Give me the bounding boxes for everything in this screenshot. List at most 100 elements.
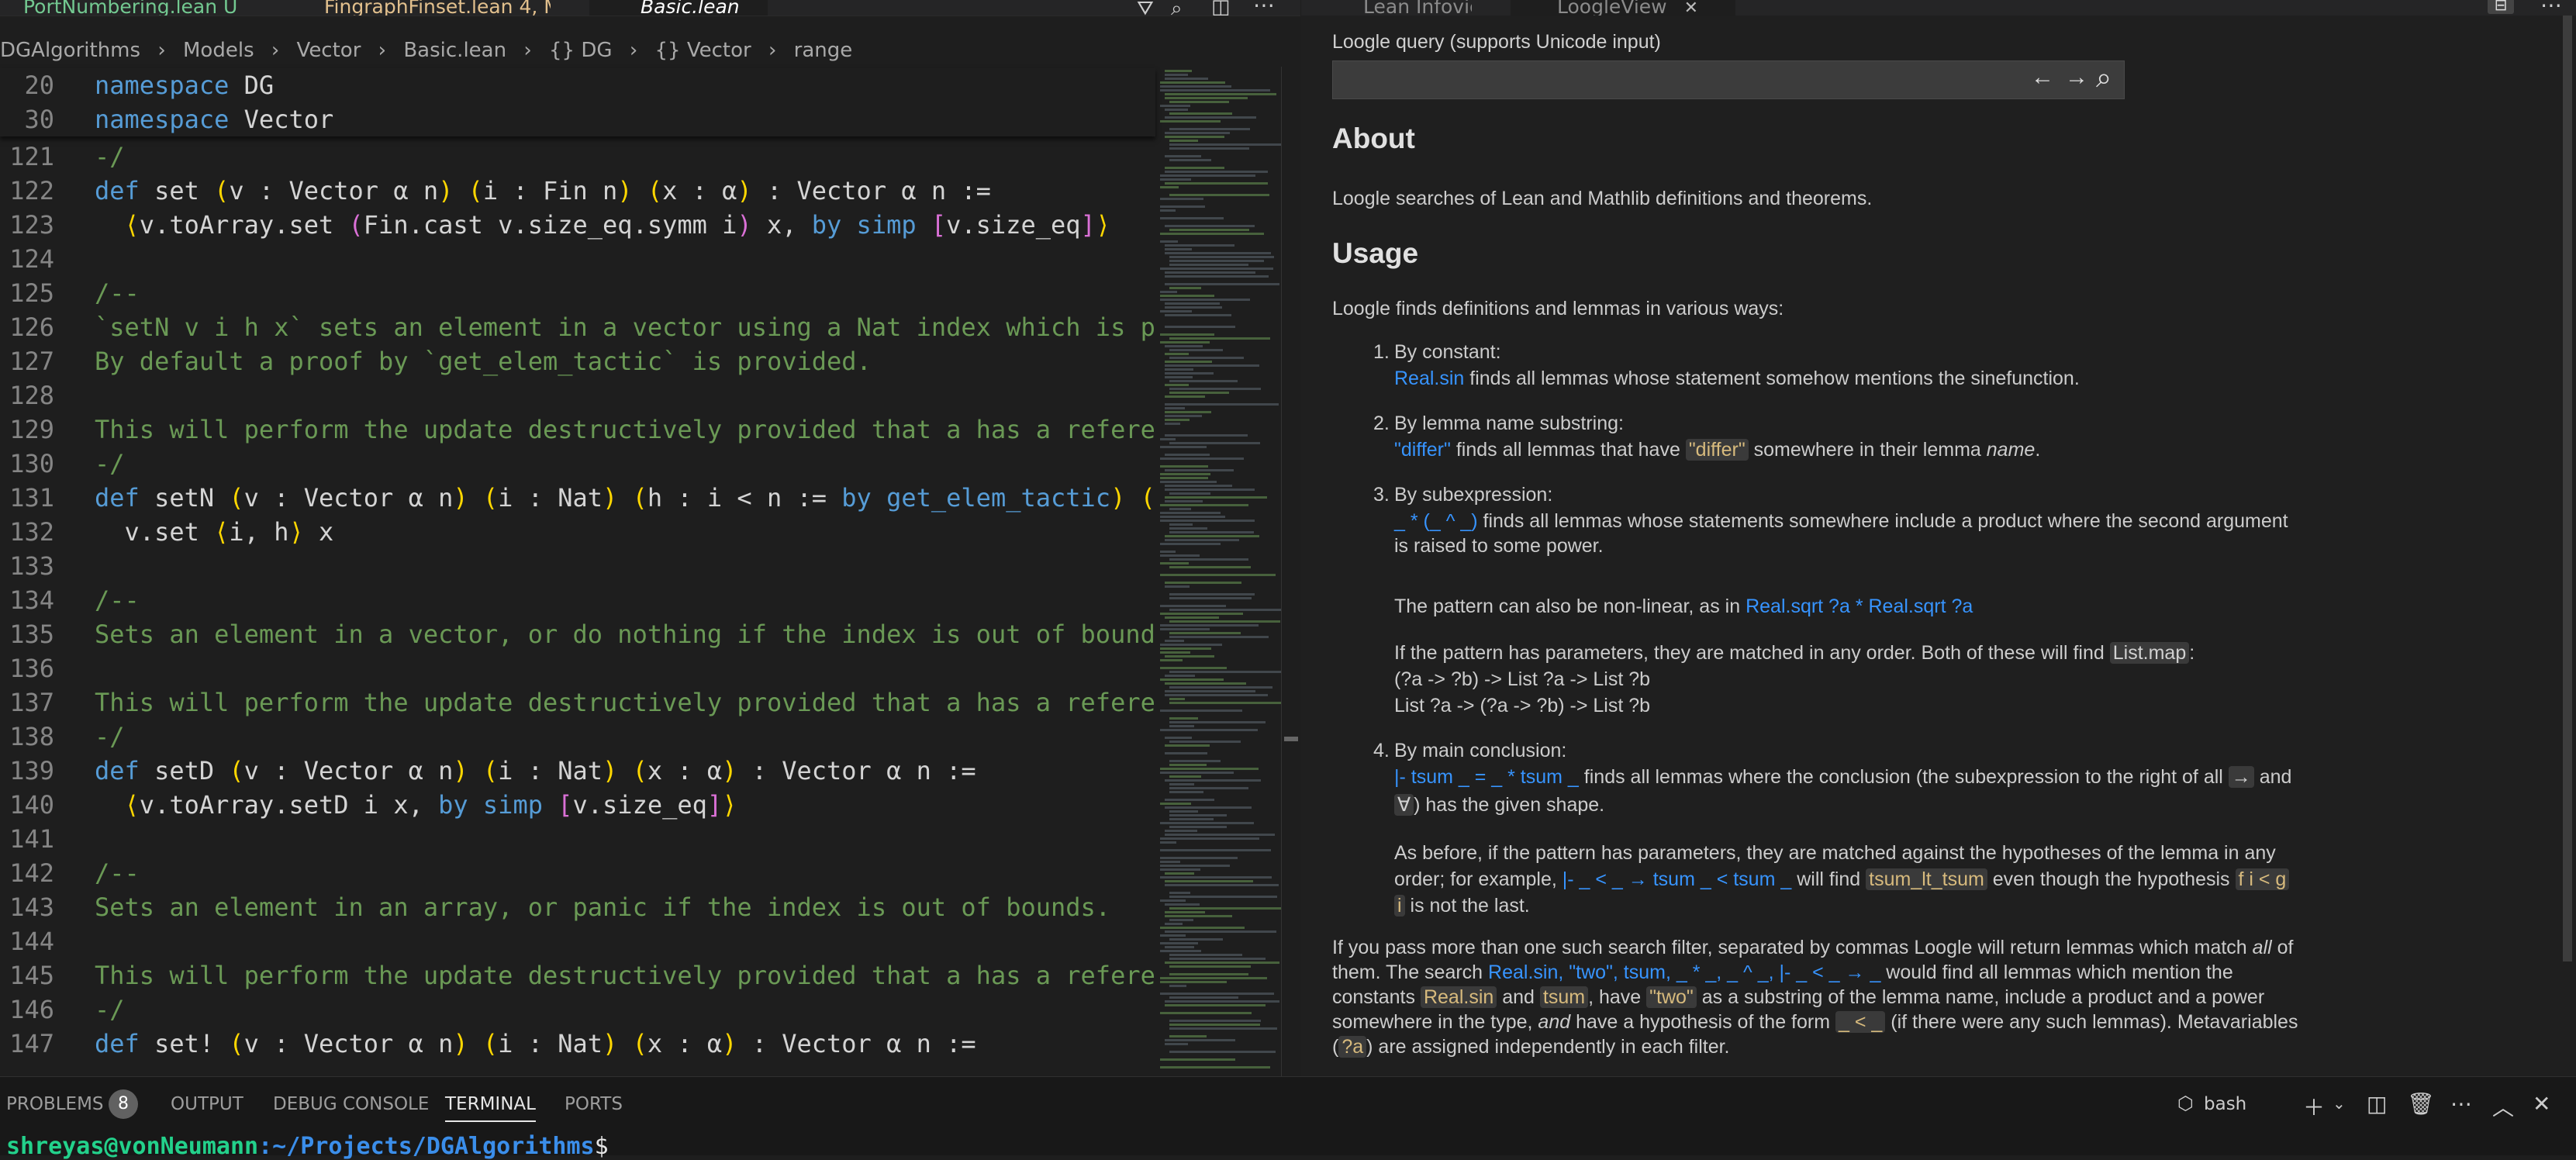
loogle-query-input[interactable]	[1338, 66, 2023, 94]
final-paragraph-line: (?a) are assigned independently in each …	[1332, 1034, 2542, 1059]
back-arrow-icon[interactable]: ←	[2031, 64, 2054, 91]
code-line[interactable]: 133	[0, 549, 1155, 583]
code-line[interactable]: 132 v.set ⟨i, h⟩ x	[0, 515, 1155, 549]
code-line[interactable]: 126 `setN v i h x` sets an element in a v…	[0, 310, 1155, 344]
code-line[interactable]: 145 This will perform the update destruct…	[0, 958, 1155, 993]
code-line[interactable]: 134 /--	[0, 583, 1155, 617]
example-query-link[interactable]: Real.sqrt ?a * Real.sqrt ?a	[1746, 596, 1973, 617]
code-line[interactable]: 143 Sets an element in an array, or panic…	[0, 890, 1155, 924]
code-line[interactable]: 122 def set (v : Vector α n) (i : Fin n) …	[0, 174, 1155, 208]
line-number: 135	[9, 620, 54, 649]
code-line[interactable]: 129 This will perform the update destruct…	[0, 413, 1155, 447]
prompt-path: :~/Projects/DGAlgorithms	[258, 1133, 595, 1160]
split-terminal-icon[interactable]: ◫	[2367, 1091, 2387, 1117]
example-query-link[interactable]: _ * (_ ^ _)	[1394, 510, 1478, 532]
minimap-line	[1169, 919, 1193, 921]
minimap-line	[1160, 291, 1177, 293]
forward-arrow-icon[interactable]: →	[2065, 64, 2088, 91]
lock-icon[interactable]: ⊟	[2488, 0, 2514, 14]
code-line[interactable]: 141	[0, 822, 1155, 856]
code-line[interactable]: 124	[0, 242, 1155, 276]
minimap-line	[1160, 647, 1211, 650]
example-query-link[interactable]: |- _ < _ → tsum _ < tsum _	[1563, 868, 1792, 890]
code-line[interactable]: 140 ⟨v.toArray.setD i x, by simp [v.size…	[0, 788, 1155, 822]
code-line[interactable]: 138 -/	[0, 720, 1155, 754]
code-line[interactable]: 130 -/	[0, 447, 1155, 481]
desc-text: of	[2271, 937, 2294, 958]
code-line[interactable]: 135 Sets an element in a vector, or do no…	[0, 617, 1155, 651]
example-query-link[interactable]: Real.sin	[1394, 368, 1464, 389]
breadcrumb-item[interactable]: range	[794, 39, 853, 62]
minimap[interactable]	[1157, 67, 1281, 1076]
code-editor[interactable]: 121 -/ 122 def set (v : Vector α n) (i : Fi…	[0, 141, 1155, 1076]
minimap-line	[1160, 295, 1214, 297]
minimap-line	[1165, 799, 1214, 801]
code-line[interactable]: 142 /--	[0, 856, 1155, 890]
tab-terminal[interactable]: TERMINAL	[445, 1094, 536, 1122]
code-line[interactable]: 139 def setD (v : Vector α n) (i : Nat) (…	[0, 754, 1155, 788]
breadcrumb-item[interactable]: DGAlgorithms	[0, 39, 140, 62]
code-line[interactable]: 121 -/	[0, 141, 1155, 174]
tab-problems[interactable]: PROBLEMS	[6, 1094, 104, 1114]
minimap-line	[1169, 632, 1241, 634]
code-line[interactable]: 127 By default a proof by `get_elem_tacti…	[0, 344, 1155, 378]
tab-fingraphfinset[interactable]: FingraphFinset.lean 4, M ●	[295, 0, 551, 16]
code-line[interactable]: 123 ⟨v.toArray.set (Fin.cast v.size_eq.s…	[0, 208, 1155, 242]
breadcrumb-item[interactable]: Vector	[297, 39, 361, 62]
code-line[interactable]: 125 /--	[0, 276, 1155, 310]
code-line[interactable]: 137 This will perform the update destruct…	[0, 685, 1155, 720]
tab-ports[interactable]: PORTS	[565, 1094, 623, 1114]
code-line[interactable]: 128	[0, 378, 1155, 413]
split-editor-icon[interactable]: ◫	[1211, 0, 1231, 16]
example-query-link[interactable]: (?a -> ?b) -> List ?a -> List ?b	[1394, 667, 2480, 692]
line-number: 143	[9, 892, 54, 922]
more-actions-icon[interactable]: ⋯	[1253, 0, 1275, 16]
example-query-link[interactable]: Real.sin, "two", tsum, _ * _, _ ^ _, |- …	[1488, 961, 1880, 983]
minimap-line	[1169, 996, 1238, 999]
search-icon[interactable]: ⌕	[2096, 61, 2112, 95]
code-line[interactable]: 144	[0, 924, 1155, 958]
scrollbar-thumb[interactable]	[1284, 737, 1298, 741]
shell-name[interactable]: bash	[2204, 1094, 2246, 1114]
code-line[interactable]: 131 def setN (v : Vector α n) (i : Nat) (…	[0, 481, 1155, 515]
breadcrumb-item[interactable]: {} Vector	[654, 39, 751, 62]
more-actions-icon[interactable]: ⋯	[2450, 1091, 2472, 1117]
tab-portnumbering[interactable]: PortNumbering.lean U	[0, 0, 240, 16]
close-icon[interactable]: ✕	[1684, 0, 1698, 16]
right-scrollbar-thumb[interactable]	[2563, 16, 2572, 961]
example-query-link[interactable]: List ?a -> (?a -> ?b) -> List ?b	[1394, 693, 2480, 718]
maximize-panel-icon[interactable]: ︿	[2492, 1091, 2514, 1122]
tab-debug-console[interactable]: DEBUG CONSOLE	[273, 1094, 429, 1114]
code-line[interactable]: 147 def set! (v : Vector α n) (i : Nat) (…	[0, 1027, 1155, 1061]
minimap-line	[1160, 934, 1186, 937]
new-terminal-icon[interactable]: ＋	[2303, 1091, 2325, 1122]
editor-scrollbar[interactable]	[1281, 67, 1301, 1076]
tab-loogleview[interactable]: LoogleView ✕	[1511, 0, 1735, 16]
minimap-line	[1160, 120, 1221, 123]
trash-icon[interactable]: 🗑	[2407, 1091, 2435, 1117]
breadcrumb-item[interactable]: Basic.lean	[403, 39, 506, 62]
desc-text: as a substring of the lemma name, includ…	[1696, 986, 2265, 1008]
example-query-link[interactable]: |- tsum _ = _ * tsum _	[1394, 766, 1579, 788]
tab-lean-infoview[interactable]: Lean Infoview	[1301, 0, 1472, 16]
code-text: /--	[95, 585, 140, 615]
sticky-line[interactable]: 30 namespace Vector	[0, 102, 1155, 136]
item-description: "differ" finds all lemmas that have "dif…	[1394, 437, 2480, 462]
code-text: -/	[95, 142, 125, 171]
tab-basic-lean[interactable]: Basic.lean	[589, 0, 768, 16]
sticky-scroll[interactable]: 20 namespace DG 30 namespace Vector	[0, 68, 1155, 136]
close-panel-icon[interactable]: ✕	[2533, 1091, 2550, 1117]
breadcrumb-item[interactable]: {} DG	[549, 39, 613, 62]
more-actions-icon[interactable]: ⋯	[2540, 0, 2562, 16]
minimap-line	[1165, 132, 1230, 134]
terminal-prompt[interactable]: shreyas@vonNeumann:~/Projects/DGAlgorith…	[6, 1133, 609, 1160]
code-line[interactable]: 146 -/	[0, 993, 1155, 1027]
breadcrumb-item[interactable]: Models	[183, 39, 254, 62]
search-icon[interactable]: ⌕	[1171, 0, 1183, 16]
tab-output[interactable]: OUTPUT	[171, 1094, 243, 1114]
filter-icon[interactable]: ⛛	[1137, 0, 1154, 16]
code-line[interactable]: 136	[0, 651, 1155, 685]
chevron-down-icon[interactable]: ⌄	[2333, 1094, 2346, 1113]
example-query-link[interactable]: "differ"	[1394, 439, 1451, 461]
sticky-line[interactable]: 20 namespace DG	[0, 68, 1155, 102]
